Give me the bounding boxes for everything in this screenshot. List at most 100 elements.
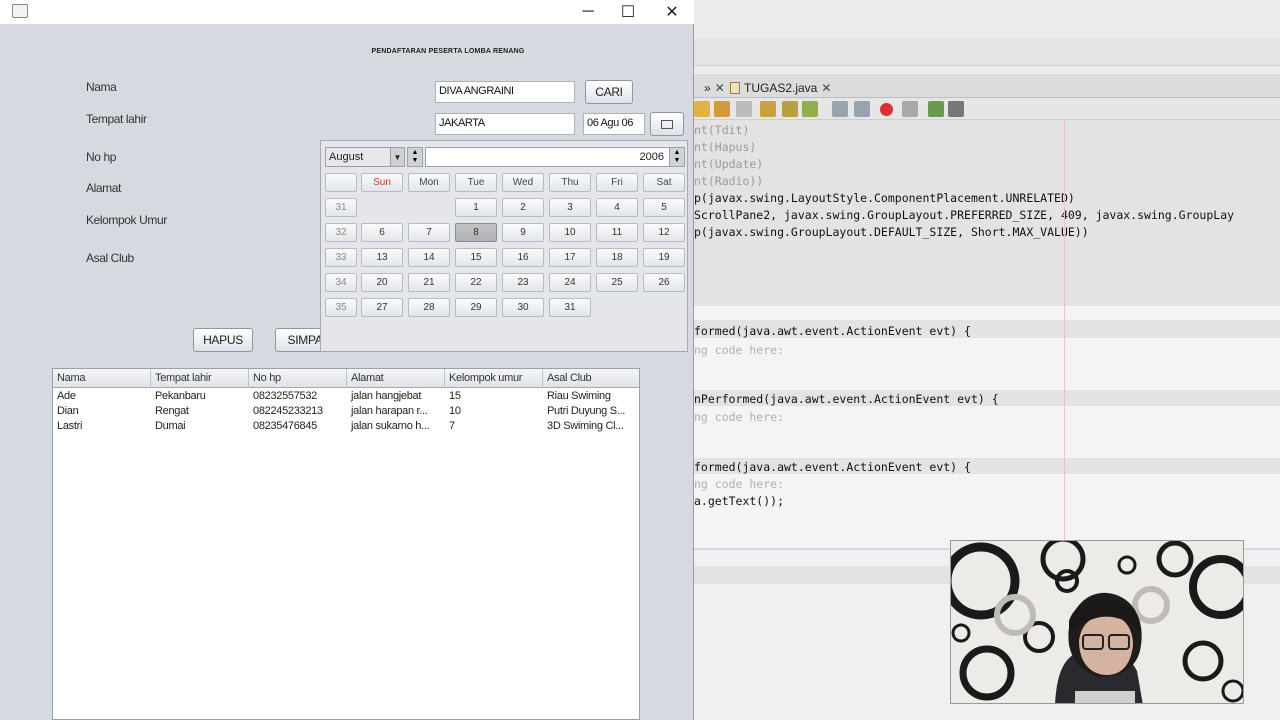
- day-button[interactable]: 17: [549, 248, 591, 267]
- day-button[interactable]: 2: [502, 198, 544, 217]
- toolbar-icon[interactable]: [928, 101, 944, 117]
- title-bar[interactable]: ─ ☐ ✕: [0, 0, 694, 24]
- spin-up-icon[interactable]: ▲: [674, 149, 681, 157]
- day-button[interactable]: 14: [408, 248, 450, 267]
- day-button[interactable]: 13: [361, 248, 403, 267]
- column-header[interactable]: No hp: [249, 369, 347, 388]
- day-button[interactable]: 23: [502, 273, 544, 292]
- toolbar-icon[interactable]: [694, 101, 710, 117]
- close-icon[interactable]: ✕: [715, 81, 725, 95]
- day-button[interactable]: 24: [549, 273, 591, 292]
- table-cell: 3D Swiming Cl...: [547, 420, 624, 432]
- month-select[interactable]: August ▼: [325, 147, 405, 167]
- maximize-button[interactable]: ☐: [606, 0, 650, 24]
- ide-tab-partial-label: »: [704, 81, 711, 95]
- table-row[interactable]: Lastri Dumai 08235476845 jalan sukarno h...…: [53, 419, 639, 434]
- close-button[interactable]: ✕: [650, 0, 694, 24]
- day-button[interactable]: 27: [361, 298, 403, 317]
- day-button[interactable]: 31: [549, 298, 591, 317]
- ide-tab-tugas2[interactable]: TUGAS2.java ✕: [730, 78, 831, 98]
- nama-field[interactable]: DIVA ANGRAINI: [435, 81, 575, 103]
- column-header[interactable]: Kelompok umur: [445, 369, 543, 388]
- column-header[interactable]: Asal Club: [543, 369, 639, 388]
- day-button[interactable]: 11: [596, 223, 638, 242]
- calendar-button[interactable]: [650, 112, 684, 136]
- day-header: Thu: [549, 173, 591, 192]
- code-line: ng code here:: [694, 477, 785, 491]
- table-row[interactable]: Ade Pekanbaru 08232557532 jalan hangjebat 15…: [53, 389, 639, 404]
- day-button[interactable]: 29: [455, 298, 497, 317]
- toolbar-icon[interactable]: [902, 101, 918, 117]
- chevron-down-icon[interactable]: ▼: [390, 148, 404, 166]
- table-cell: Putri Duyung S...: [547, 405, 626, 417]
- day-button[interactable]: 8: [455, 223, 497, 242]
- table-cell: Lastri: [57, 420, 83, 432]
- spin-down-icon[interactable]: ▼: [674, 157, 681, 165]
- table-cell: 08235476845: [253, 420, 317, 432]
- registration-window: ─ ☐ ✕ PENDAFTARAN PESERTA LOMBA RENANG N…: [0, 0, 694, 720]
- day-header: Mon: [408, 173, 450, 192]
- ide-tab-partial[interactable]: » ✕: [704, 78, 725, 98]
- day-button[interactable]: 19: [643, 248, 685, 267]
- day-header: Sun: [361, 173, 403, 192]
- day-button[interactable]: 4: [596, 198, 638, 217]
- day-button[interactable]: 26: [643, 273, 685, 292]
- toolbar-icon[interactable]: [854, 101, 870, 117]
- year-field[interactable]: 2006: [425, 147, 671, 167]
- day-button[interactable]: 25: [596, 273, 638, 292]
- day-button[interactable]: 15: [455, 248, 497, 267]
- spin-up-icon[interactable]: ▲: [412, 149, 419, 157]
- editor-toolbar: [694, 98, 1280, 120]
- year-spinner[interactable]: ▲ ▼: [669, 147, 685, 167]
- code-line: nt(Update): [694, 157, 764, 171]
- minimize-button[interactable]: ─: [566, 0, 610, 24]
- hapus-button[interactable]: HAPUS: [193, 328, 253, 352]
- month-value: August: [329, 151, 364, 163]
- day-button[interactable]: 21: [408, 273, 450, 292]
- column-header[interactable]: Alamat: [347, 369, 445, 388]
- tempat-lahir-field[interactable]: JAKARTA: [435, 113, 575, 135]
- label-tempat-lahir: Tempat lahir: [86, 112, 147, 126]
- week-number: 33: [325, 248, 357, 267]
- record-icon[interactable]: [880, 103, 893, 116]
- table-cell: 15: [449, 390, 461, 402]
- day-button[interactable]: 1: [455, 198, 497, 217]
- date-field[interactable]: 06 Agu 06: [583, 113, 645, 135]
- day-button[interactable]: 18: [596, 248, 638, 267]
- year-value: 2006: [639, 151, 664, 163]
- day-button[interactable]: 20: [361, 273, 403, 292]
- table-cell: 10: [449, 405, 461, 417]
- toolbar-icon[interactable]: [948, 101, 964, 117]
- day-button[interactable]: 16: [502, 248, 544, 267]
- month-spinner[interactable]: ▲ ▼: [407, 147, 423, 167]
- toolbar-icon[interactable]: [802, 101, 818, 117]
- spin-down-icon[interactable]: ▼: [412, 157, 419, 165]
- table-cell: 08232557532: [253, 390, 317, 402]
- close-icon[interactable]: ✕: [821, 81, 831, 95]
- column-header[interactable]: Nama: [53, 369, 151, 388]
- day-button[interactable]: 22: [455, 273, 497, 292]
- day-button[interactable]: 6: [361, 223, 403, 242]
- day-button[interactable]: 7: [408, 223, 450, 242]
- day-button[interactable]: 5: [643, 198, 685, 217]
- toolbar-icon[interactable]: [832, 101, 848, 117]
- day-button[interactable]: 3: [549, 198, 591, 217]
- toolbar-icon[interactable]: [760, 101, 776, 117]
- column-header[interactable]: Tempat lahir: [151, 369, 249, 388]
- cari-button[interactable]: CARI: [585, 80, 633, 104]
- toolbar-icon[interactable]: [782, 101, 798, 117]
- label-asal-club: Asal Club: [86, 251, 134, 265]
- table-cell: Riau Swiming: [547, 390, 611, 402]
- day-button[interactable]: 10: [549, 223, 591, 242]
- day-button[interactable]: 9: [502, 223, 544, 242]
- day-button[interactable]: 28: [408, 298, 450, 317]
- table-cell: jalan hangjebat: [351, 390, 422, 402]
- day-button[interactable]: 30: [502, 298, 544, 317]
- participants-table[interactable]: Nama Tempat lahir No hp Alamat Kelompok umur…: [52, 368, 640, 720]
- code-editor[interactable]: nt(Tdit) nt(Hapus) nt(Update) nt(Radio))…: [694, 120, 1280, 550]
- table-cell: 7: [449, 420, 455, 432]
- toolbar-icon[interactable]: [714, 101, 730, 117]
- toolbar-icon[interactable]: [736, 101, 752, 117]
- day-button[interactable]: 12: [643, 223, 685, 242]
- table-row[interactable]: Dian Rengat 082245233213 jalan harapan r...…: [53, 404, 639, 419]
